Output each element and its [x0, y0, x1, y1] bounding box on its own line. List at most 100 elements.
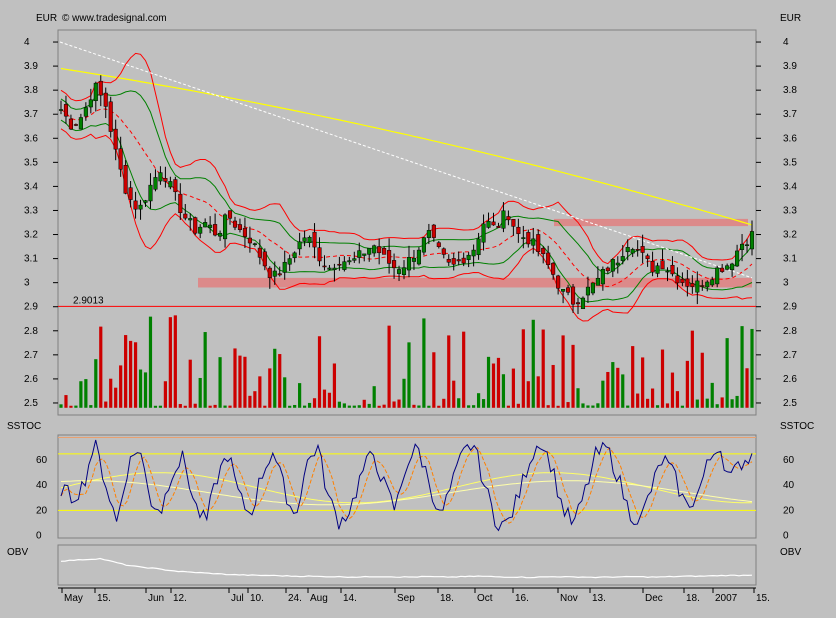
candle-body [456, 259, 461, 262]
sstoc-label-right: SSTOC [780, 421, 814, 432]
volume-bar [203, 332, 207, 408]
sstoc-tick-right-3: 0 [783, 530, 789, 541]
sstoc-tick-right-2: 20 [783, 505, 795, 516]
price-tick-left-11: 2.9 [24, 302, 38, 313]
volume-bar [253, 391, 257, 408]
volume-bar [372, 386, 376, 408]
volume-bar [467, 405, 471, 408]
candle-body [272, 270, 277, 277]
price-tick-right-5: 3.5 [783, 157, 797, 168]
candle-body [203, 222, 208, 228]
x-tick-label-1: 15. [97, 593, 111, 604]
volume-bar [268, 368, 272, 408]
x-tick-label-15: Dec [645, 593, 663, 604]
candle-body [451, 258, 456, 265]
volume-bar [193, 403, 197, 408]
reference-line-label: 2.9013 [73, 295, 104, 306]
volume-bar [99, 326, 103, 408]
chart-window: EUR © www.tradesignal.com EUR SSTOC SSTO… [0, 0, 836, 613]
volume-bar [337, 401, 341, 408]
currency-label-left: EUR [36, 13, 57, 24]
volume-bar [655, 405, 660, 408]
candle-body [585, 286, 590, 296]
candle-body [232, 220, 238, 228]
volume-bar [143, 372, 148, 408]
volume-bar [352, 405, 356, 408]
candle-body [237, 224, 243, 230]
candle-body [362, 253, 367, 256]
price-tick-right-14: 2.6 [783, 374, 797, 385]
volume-bar [481, 399, 486, 408]
candle-body [312, 231, 317, 248]
volume-bar [606, 371, 610, 408]
price-tick-left-2: 3.8 [24, 85, 38, 96]
candle-body [262, 251, 267, 267]
candle-body [700, 285, 705, 287]
volume-bar [531, 319, 535, 408]
volume-bar [660, 349, 665, 408]
volume-bar [258, 376, 262, 408]
candle-body [88, 99, 93, 108]
volume-bar [387, 325, 391, 408]
volume-bar [611, 362, 615, 408]
volume-bar [675, 391, 680, 408]
volume-bar [566, 402, 570, 408]
volume-bar [690, 330, 694, 408]
sstoc-tick-left-3: 0 [36, 530, 42, 541]
candle-body [183, 213, 188, 219]
candle-body [168, 181, 173, 188]
volume-bar [128, 340, 133, 408]
candle-body [377, 246, 382, 254]
volume-bar [571, 344, 575, 408]
candle-body [481, 223, 486, 243]
price-tick-right-2: 3.8 [783, 85, 797, 96]
candle-body [267, 267, 272, 279]
volume-bar [591, 405, 595, 408]
volume-bar [646, 398, 650, 408]
candle-body [690, 283, 695, 287]
candle-body [625, 247, 630, 253]
candle-body [347, 260, 352, 263]
volume-bar [730, 399, 734, 408]
volume-bar [158, 405, 163, 408]
x-tick-label-10: 18. [440, 593, 454, 604]
candle-body [600, 269, 605, 285]
volume-bar [89, 405, 93, 408]
volume-bar [288, 405, 292, 408]
volume-bar [367, 403, 371, 408]
candle-body [342, 261, 347, 270]
candle-body [93, 82, 98, 101]
volume-bar [178, 404, 182, 408]
candle-body [193, 217, 198, 234]
volume-bar [332, 363, 337, 408]
volume-bar [685, 360, 689, 408]
volume-bar [536, 376, 540, 408]
x-tick-label-3: 12. [173, 593, 187, 604]
volume-bar [541, 329, 545, 408]
candle-body [148, 184, 153, 202]
volume-bar [427, 405, 431, 408]
volume-bar [263, 405, 267, 408]
candle-body [123, 164, 128, 194]
price-tick-left-14: 2.6 [24, 374, 38, 385]
volume-bar [74, 405, 78, 408]
candle-body [317, 247, 322, 262]
volume-bar [59, 404, 63, 408]
volume-bar [516, 403, 520, 408]
volume-bar [700, 352, 704, 408]
candle-body [382, 248, 387, 255]
x-tick-label-0: May [64, 593, 83, 604]
x-tick-label-9: Sep [397, 593, 415, 604]
candle-body [466, 254, 471, 260]
candle-body [705, 281, 710, 288]
price-tick-left-13: 2.7 [24, 350, 38, 361]
volume-bar [208, 405, 212, 408]
candle-body [575, 302, 581, 305]
candle-body [665, 270, 670, 273]
volume-bar [233, 348, 237, 408]
price-tick-right-12: 2.8 [783, 326, 797, 337]
volume-bar [447, 335, 451, 408]
candle-body [580, 297, 586, 310]
candle-body [257, 247, 262, 258]
volume-bar [442, 398, 446, 408]
